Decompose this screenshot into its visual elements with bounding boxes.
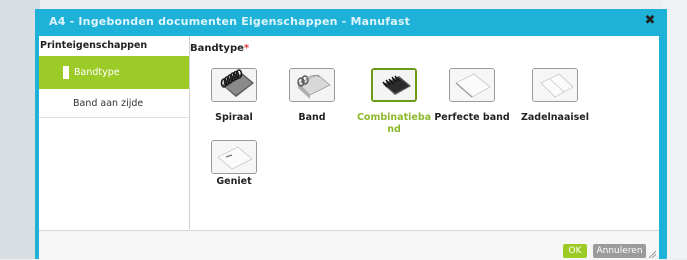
option-combinatieband[interactable]: Combinatieba nd [354,68,434,138]
dialog-title: A4 - Ingebonden documenten Eigenschappen… [49,15,411,28]
sidebar-item-label: Bandtype [74,67,120,78]
required-marker: * [243,43,250,54]
saddle-stitch-icon [532,68,578,102]
option-zadelnaaisel[interactable]: Zadelnaaisel [515,68,595,138]
option-label: Combinatieba nd [356,112,432,135]
option-label: Zadelnaaisel [521,112,589,123]
section-title: Bandtype* [190,43,249,54]
active-marker [63,66,69,79]
sidebar-item-bandtype[interactable]: Bandtype [39,56,189,89]
option-label: Geniet [216,176,252,187]
resize-grip-icon[interactable] [648,250,656,258]
close-button[interactable]: ✖ [643,13,657,29]
dialog-content: Printeigenschappen Bandtype Band aan zij… [39,36,659,260]
option-label: Perfecte band [434,112,510,123]
spiral-binding-icon [211,68,257,102]
sidebar-item-band-aan-zijde[interactable]: Band aan zijde [39,89,189,118]
option-label: Band [298,112,326,123]
staple-icon [211,140,257,174]
sidebar-item-label: Band aan zijde [73,98,144,109]
dialog-titlebar[interactable]: A4 - Ingebonden documenten Eigenschappen… [35,9,667,35]
cancel-button[interactable]: Annuleren [593,244,646,258]
option-geniet[interactable]: Geniet [194,140,274,210]
ok-button[interactable]: OK [563,244,587,258]
properties-dialog: A4 - Ingebonden documenten Eigenschappen… [35,9,667,260]
perfect-binding-icon [449,68,495,102]
dialog-footer: OK Annuleren [39,230,659,260]
main-panel: Bandtype* Spiraal Band Combinatieba nd P… [189,36,659,229]
option-spiraal[interactable]: Spiraal [194,68,274,138]
option-perfecte-band[interactable]: Perfecte band [432,68,512,138]
page-backdrop-left [0,0,40,259]
option-label: Spiraal [215,112,253,123]
band-binding-icon [289,68,335,102]
option-band[interactable]: Band [272,68,352,138]
sidebar-title: Printeigenschappen [40,40,148,51]
sidebar: Printeigenschappen Bandtype Band aan zij… [39,36,190,229]
section-title-text: Bandtype [190,43,244,54]
combination-binding-icon [371,68,417,102]
